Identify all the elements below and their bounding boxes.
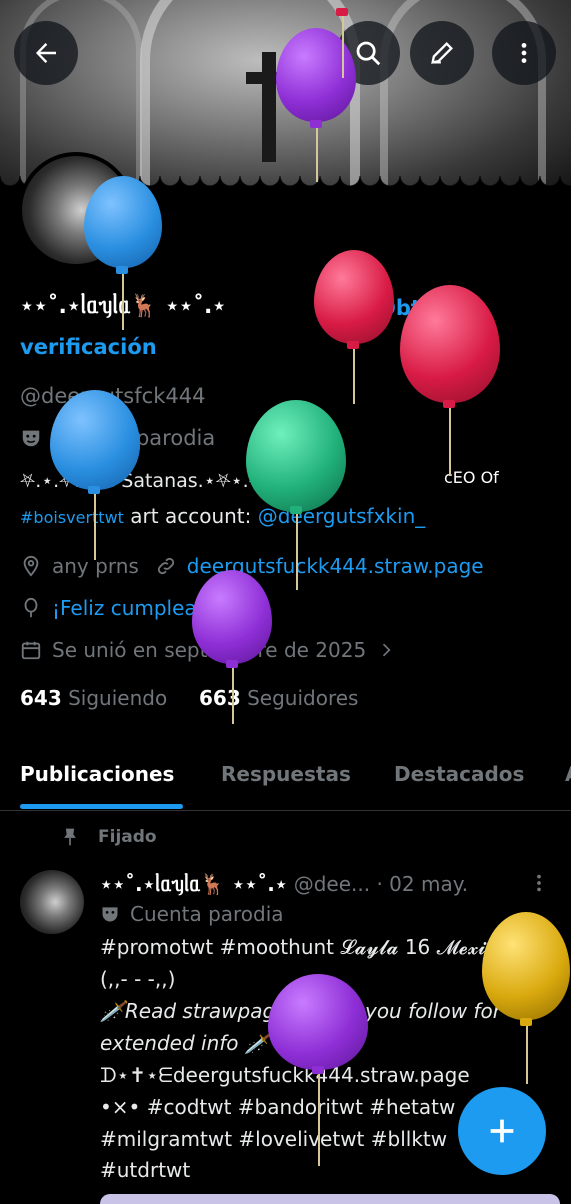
tab-highlights[interactable]: Destacados xyxy=(394,762,524,786)
theater-masks-icon xyxy=(22,430,40,447)
bio-hashtag[interactable]: #boisverttwt xyxy=(20,508,124,527)
tab-replies[interactable]: Respuestas xyxy=(221,762,351,786)
bio-line-1: ⛧.⋆.⛧.Ave Satanas.⋆⛧⋆.⛧ xyxy=(20,470,264,492)
overlay-text: cEO Of xyxy=(444,468,499,487)
more-options-button[interactable] xyxy=(492,21,556,85)
balloon-blue-2 xyxy=(50,390,140,490)
post-more-icon[interactable] xyxy=(528,872,550,894)
balloon-blue-1 xyxy=(84,176,162,268)
post-parody-label: Cuenta parodia xyxy=(100,902,284,926)
balloon-red-1 xyxy=(314,250,394,344)
following-label: Siguiendo xyxy=(68,686,168,710)
balloon-purple-3 xyxy=(268,974,368,1070)
link-icon xyxy=(157,557,174,575)
compose-post-button[interactable] xyxy=(458,1087,546,1175)
bio-line-2: #boisverttwt art account: @deergutsfxkin… xyxy=(20,504,425,528)
get-verified-link-2[interactable]: verificación xyxy=(20,335,157,359)
more-vertical-icon xyxy=(521,43,527,63)
following-count: 643 xyxy=(20,686,62,710)
followers-link[interactable]: 663 Seguidores xyxy=(199,686,358,710)
profile-meta-row-1: any prns deergutsfuckk444.straw.page xyxy=(20,554,484,578)
post-line-1[interactable]: #promotwt #moothunt 𝓛𝓪𝔂𝓵𝓪 16 𝓜𝓮𝔁𝓲𝓬𝓪𝓷 xyxy=(100,935,519,959)
followers-label: Seguidores xyxy=(247,686,359,710)
post-line-5[interactable]: ᗪ⋆✝⋆ᗴdeergutsfuckk444.straw.page xyxy=(100,1063,470,1087)
post-author-name[interactable]: ⋆⋆˚.⋆ᥣᥲᥡᥣᥲ🦌 ⋆⋆˚.⋆ xyxy=(100,872,287,896)
active-tab-indicator xyxy=(20,804,183,809)
post-line-6[interactable]: •×• #codtwt #bandoritwt #hetatw xyxy=(100,1095,455,1119)
follow-counts: 643 Siguiendo 663 Seguidores xyxy=(20,686,358,710)
tab-posts[interactable]: Publicaciones xyxy=(20,762,174,786)
post-author-handle[interactable]: @dee... xyxy=(294,872,370,896)
pin-icon xyxy=(64,828,76,846)
pinned-label: Fijado xyxy=(98,827,157,847)
bio-text: art account: xyxy=(123,504,258,528)
post-line-7[interactable]: #milgramtwt #lovelivetwt #bllktw xyxy=(100,1127,447,1151)
next-post-card[interactable] xyxy=(100,1194,560,1204)
cross-decoration xyxy=(262,52,276,162)
profile-tabs: Publicaciones Respuestas Destacados A xyxy=(0,742,571,811)
post-header: ⋆⋆˚.⋆ᥣᥲᥡᥣᥲ🦌 ⋆⋆˚.⋆ @dee... · 02 may. xyxy=(100,872,468,896)
chevron-right-icon xyxy=(383,643,391,657)
post-line-8[interactable]: #utdrtwt xyxy=(100,1158,190,1182)
post-line-2: (,,- - -,,) xyxy=(100,967,176,991)
balloon-purple xyxy=(276,28,356,122)
plus-icon xyxy=(490,1119,514,1143)
following-link[interactable]: 643 Siguiendo xyxy=(20,686,167,710)
followers-count: 663 xyxy=(199,686,241,710)
edit-icon xyxy=(431,42,453,64)
balloon-purple-2 xyxy=(192,570,272,664)
post-time[interactable]: · 02 may. xyxy=(376,872,468,896)
balloon-green xyxy=(246,400,346,512)
calendar-icon xyxy=(21,641,41,660)
back-button[interactable] xyxy=(14,21,78,85)
edit-button[interactable] xyxy=(410,21,474,85)
pinned-indicator: Fijado xyxy=(60,826,157,848)
post-avatar[interactable] xyxy=(20,870,84,934)
post-parody-text: Cuenta parodia xyxy=(130,902,284,926)
balloon-gold xyxy=(482,912,570,1020)
theater-masks-icon xyxy=(102,907,118,922)
balloon-icon xyxy=(24,597,38,618)
location-icon xyxy=(23,555,39,577)
balloon-red-2 xyxy=(400,285,500,403)
search-icon xyxy=(356,41,381,66)
back-arrow-icon xyxy=(36,43,56,63)
tab-articles[interactable]: A xyxy=(565,762,571,786)
post-line-4: extended info 🗡️ xyxy=(100,1031,270,1055)
